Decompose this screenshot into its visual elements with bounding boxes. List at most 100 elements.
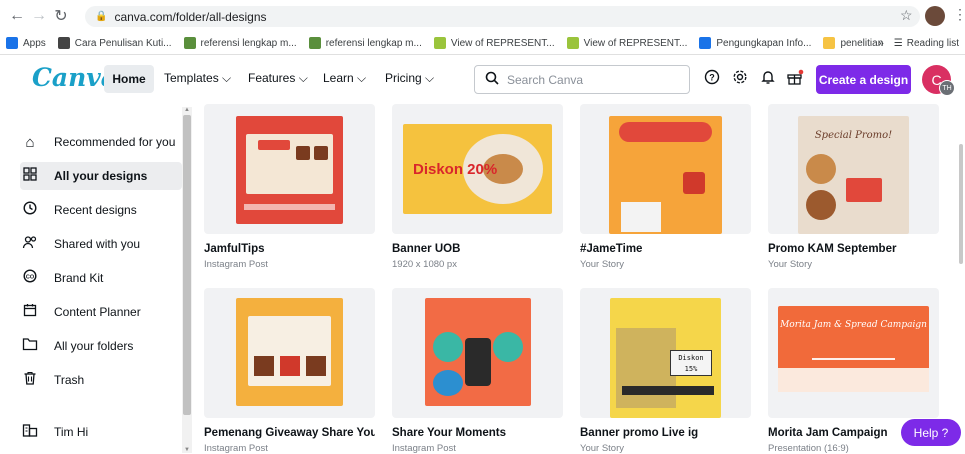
design-preview-image: Diskon 20%: [403, 124, 552, 214]
design-type: Instagram Post: [392, 443, 456, 454]
address-bar[interactable]: 🔒 canva.com/folder/all-designs: [85, 6, 920, 27]
sidebar-item-recent[interactable]: Recent designs: [20, 196, 182, 224]
svg-text:CO: CO: [26, 274, 35, 280]
design-card[interactable]: Pemenang Giveaway Share Your ... Instagr…: [204, 288, 375, 454]
bell-icon[interactable]: [760, 69, 776, 89]
url-text: canva.com/folder/all-designs: [114, 9, 267, 24]
nav-pricing[interactable]: Pricing ⌵: [385, 71, 434, 86]
bookmark-favicon-icon: [699, 37, 712, 49]
design-thumbnail[interactable]: Diskon 20%: [392, 104, 563, 234]
sidebar-scrollbar[interactable]: ▲ ▼: [182, 107, 192, 453]
design-card[interactable]: #JameTime Your Story: [580, 104, 751, 270]
help-button[interactable]: Help ?: [901, 419, 961, 446]
content-scrollbar-thumb[interactable]: [959, 144, 963, 264]
sidebar-scrollbar-thumb[interactable]: [183, 115, 191, 415]
design-card[interactable]: Share Your Moments Instagram Post: [392, 288, 563, 454]
bookmark-apps[interactable]: Apps: [6, 37, 46, 49]
forward-arrow-icon[interactable]: →: [28, 7, 50, 25]
sidebar-item-content-planner[interactable]: Content Planner: [20, 298, 182, 326]
bookmark-label: Apps: [23, 37, 46, 49]
design-type: 1920 x 1080 px: [392, 259, 457, 270]
brand-kit-icon: CO: [20, 269, 40, 287]
scroll-down-arrow-icon[interactable]: ▼: [184, 447, 190, 453]
design-card[interactable]: Diskon 15% Banner promo Live ig Your Sto…: [580, 288, 751, 454]
bookmark-item[interactable]: View of REPRESENT...: [433, 37, 555, 49]
design-preview-image: Morita Jam & Spread Campaign: [778, 306, 929, 392]
gift-icon[interactable]: [786, 69, 804, 89]
nav-learn[interactable]: Learn ⌵: [323, 71, 366, 86]
design-thumbnail[interactable]: Special Promo!: [768, 104, 939, 234]
design-title[interactable]: Pemenang Giveaway Share Your ...: [204, 427, 375, 439]
search-placeholder: Search Canva: [507, 72, 584, 87]
design-thumbnail[interactable]: [204, 104, 375, 234]
bookmark-item[interactable]: penelitian: [823, 37, 883, 49]
nav-templates[interactable]: Templates ⌵: [164, 71, 231, 86]
bookmark-favicon-icon: [433, 37, 446, 49]
bookmark-item[interactable]: referensi lengkap m...: [183, 37, 297, 49]
bookmark-favicon-icon: [823, 37, 836, 49]
design-title[interactable]: Share Your Moments: [392, 427, 563, 439]
design-thumbnail[interactable]: Morita Jam & Spread Campaign: [768, 288, 939, 418]
browser-menu-icon[interactable]: ⋮: [953, 6, 965, 23]
bookmark-item[interactable]: View of REPRESENT...: [566, 37, 688, 49]
design-card[interactable]: Special Promo! Promo KAM September Your …: [768, 104, 939, 270]
reading-list-label[interactable]: Reading list: [907, 38, 959, 49]
sidebar-item-shared[interactable]: Shared with you: [20, 230, 182, 258]
design-preview-image: [236, 298, 343, 406]
sidebar-item-recommended[interactable]: ⌂ Recommended for you: [20, 128, 182, 156]
reading-list-icon[interactable]: ☰: [894, 38, 903, 49]
sidebar-item-label: Recent designs: [54, 203, 137, 217]
design-thumbnail[interactable]: [580, 104, 751, 234]
sidebar-item-all-designs[interactable]: All your designs: [20, 162, 182, 190]
search-input[interactable]: Search Canva: [474, 65, 690, 94]
bookmark-item[interactable]: referensi lengkap m...: [308, 37, 422, 49]
scroll-up-arrow-icon[interactable]: ▲: [184, 107, 190, 113]
sidebar-item-brand-kit[interactable]: CO Brand Kit: [20, 264, 182, 292]
nav-features[interactable]: Features ⌵: [248, 71, 308, 86]
clock-icon: [20, 201, 40, 219]
design-title[interactable]: Promo KAM September: [768, 243, 939, 255]
create-design-button[interactable]: Create a design: [816, 65, 911, 94]
gear-icon[interactable]: [732, 69, 748, 89]
bookmarks-overflow-icon[interactable]: »: [878, 38, 884, 49]
sidebar-item-label: Brand Kit: [54, 271, 104, 285]
canva-header: Canva Home Templates ⌵ Features ⌵ Learn …: [0, 55, 965, 104]
svg-text:?: ?: [709, 73, 715, 83]
home-button[interactable]: Home: [104, 65, 154, 93]
design-preview-image: [236, 116, 343, 224]
folder-icon: [20, 337, 40, 355]
design-card[interactable]: Diskon 20% Banner UOB 1920 x 1080 px: [392, 104, 563, 270]
bookmark-label: referensi lengkap m...: [200, 37, 297, 49]
sidebar: ⌂ Recommended for you All your designs R…: [0, 104, 182, 453]
design-title[interactable]: Banner UOB: [392, 243, 563, 255]
user-avatar[interactable]: C TH: [922, 65, 955, 96]
sidebar-item-label: Trash: [54, 373, 85, 387]
bookmark-item[interactable]: Pengungkapan Info...: [699, 37, 811, 49]
design-thumbnail[interactable]: [204, 288, 375, 418]
bookmark-item[interactable]: Cara Penulisan Kuti...: [57, 37, 172, 49]
sidebar-item-team[interactable]: Tim Hi: [20, 418, 182, 446]
apps-grid-icon: [6, 37, 18, 49]
sidebar-item-folders[interactable]: All your folders: [20, 332, 182, 360]
design-preview-image: Diskon 15%: [610, 298, 721, 418]
design-title[interactable]: Banner promo Live ig: [580, 427, 751, 439]
bookmark-star-icon[interactable]: ☆: [900, 7, 913, 24]
content-scrollbar[interactable]: [957, 104, 965, 453]
design-card[interactable]: JamfulTips Instagram Post: [204, 104, 375, 270]
sidebar-item-trash[interactable]: Trash: [20, 366, 182, 394]
browser-profile-avatar[interactable]: [925, 6, 945, 26]
bookmark-label: View of REPRESENT...: [450, 37, 555, 49]
banner-discount-text: Diskon 15%: [670, 350, 712, 376]
bookmark-label: View of REPRESENT...: [583, 37, 688, 49]
design-thumbnail[interactable]: Diskon 15%: [580, 288, 751, 418]
bookmark-label: Cara Penulisan Kuti...: [74, 37, 172, 49]
promo-headline: Special Promo!: [814, 130, 893, 141]
back-arrow-icon[interactable]: ←: [6, 7, 28, 25]
help-circle-icon[interactable]: ?: [704, 69, 720, 89]
sidebar-item-label: Recommended for you: [54, 135, 176, 149]
design-title[interactable]: #JameTime: [580, 243, 751, 255]
design-title[interactable]: JamfulTips: [204, 243, 375, 255]
design-type: Your Story: [768, 259, 813, 270]
reload-icon[interactable]: ↻: [50, 6, 72, 26]
design-thumbnail[interactable]: [392, 288, 563, 418]
